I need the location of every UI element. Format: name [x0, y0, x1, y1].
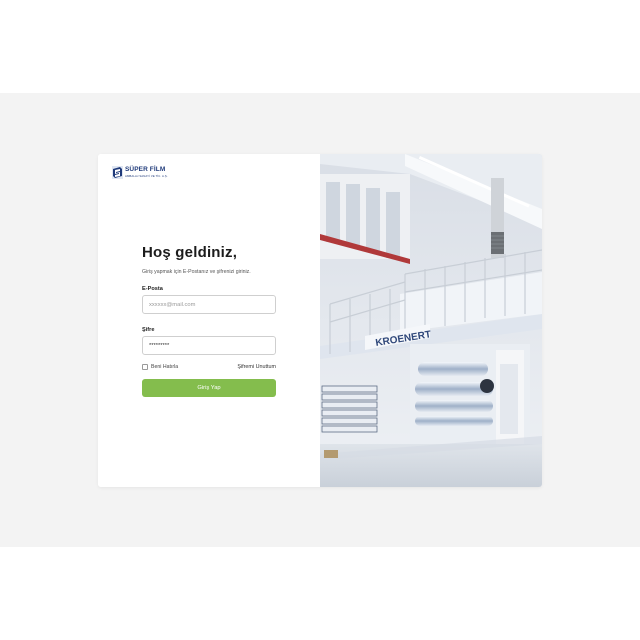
login-form: Hoş geldiniz, Giriş yapmak için E-Postan…	[142, 244, 276, 397]
login-button[interactable]: Giriş Yap	[142, 379, 276, 397]
forgot-password-link[interactable]: Şifremi Unuttum	[237, 364, 276, 370]
remember-checkbox[interactable]	[142, 364, 148, 370]
remember-me[interactable]: Beni Hatırla	[142, 364, 178, 370]
options-row: Beni Hatırla Şifremi Unuttum	[142, 364, 276, 370]
email-field[interactable]	[142, 295, 276, 314]
login-card: SÜPER FİLM AMBALAJ SANAYİ VE TİC. A.Ş. H…	[98, 154, 542, 487]
remember-label: Beni Hatırla	[151, 364, 179, 370]
logo-mark-icon	[112, 166, 123, 179]
factory-illustration: KROENERT	[320, 154, 542, 487]
logo-text: SÜPER FİLM AMBALAJ SANAYİ VE TİC. A.Ş.	[125, 167, 168, 177]
login-panel: SÜPER FİLM AMBALAJ SANAYİ VE TİC. A.Ş. H…	[98, 154, 320, 487]
factory-hero-image: KROENERT	[320, 154, 542, 487]
password-label: Şifre	[142, 327, 155, 333]
brand-subtitle: AMBALAJ SANAYİ VE TİC. A.Ş.	[125, 173, 168, 178]
password-field[interactable]	[142, 336, 276, 355]
email-label: E-Posta	[142, 286, 163, 292]
login-subtitle: Giriş yapmak için E-Postanız ve şifreniz…	[142, 269, 251, 275]
brand-name: SÜPER FİLM	[125, 166, 166, 174]
brand-logo: SÜPER FİLM AMBALAJ SANAYİ VE TİC. A.Ş.	[112, 166, 168, 179]
page-title: Hoş geldiniz,	[142, 244, 238, 261]
